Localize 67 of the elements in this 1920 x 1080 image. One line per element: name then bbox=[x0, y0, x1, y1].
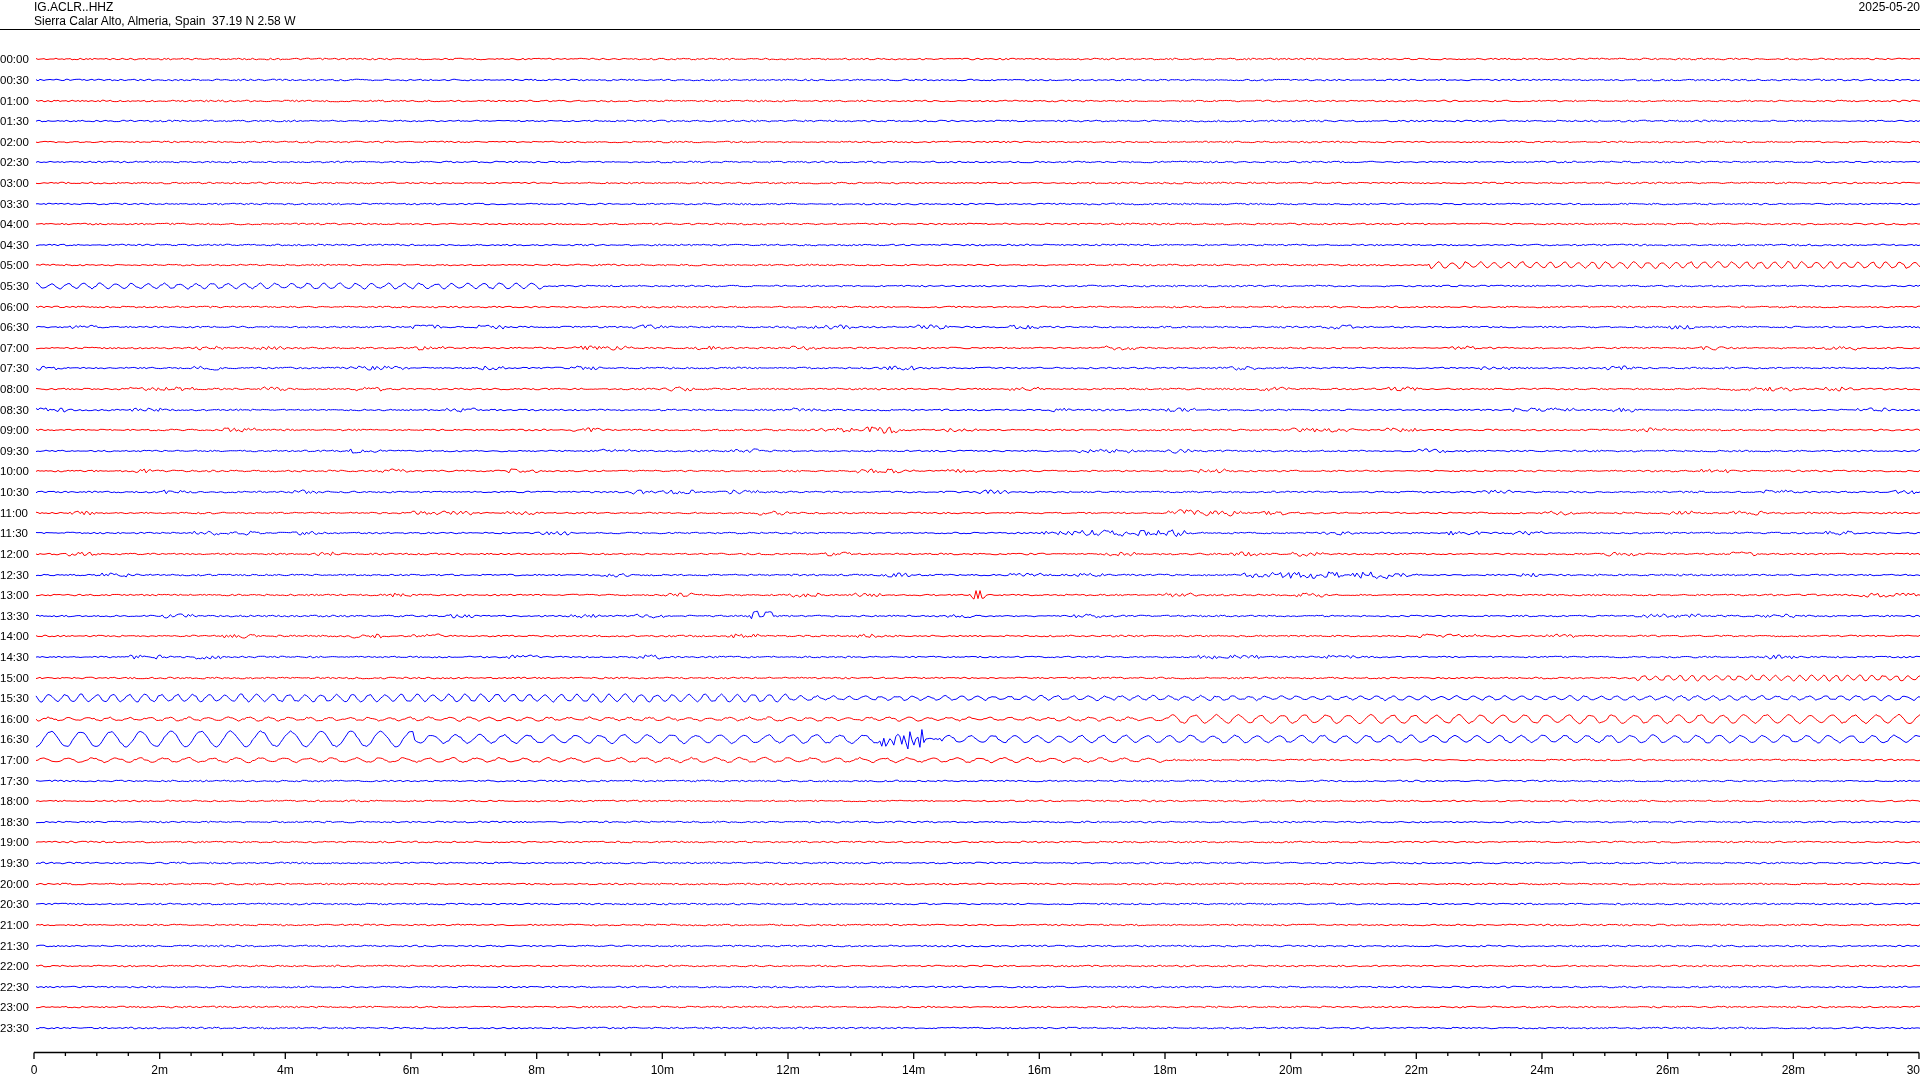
axis-tick-label: 14m bbox=[902, 1063, 926, 1078]
plot-date: 2025-05-20 bbox=[1858, 0, 1920, 14]
time-label: 07:30 bbox=[0, 362, 30, 375]
time-label: 15:00 bbox=[0, 671, 30, 684]
axis-tick-label: 0 bbox=[30, 1063, 38, 1078]
time-label: 17:00 bbox=[0, 754, 30, 766]
station-code: IG.ACLR..HHZ bbox=[34, 0, 114, 14]
time-label: 16:30 bbox=[0, 733, 30, 746]
time-label: 01:00 bbox=[0, 94, 30, 107]
axis-tick-label: 8m bbox=[528, 1063, 545, 1078]
axis-tick-label: 10m bbox=[650, 1063, 674, 1078]
time-label: 22:00 bbox=[0, 960, 30, 973]
axis-tick-label: 12m bbox=[776, 1063, 800, 1078]
time-label: 09:00 bbox=[0, 424, 30, 437]
axis-tick-label: 26m bbox=[1656, 1063, 1680, 1078]
time-label: 18:00 bbox=[0, 795, 30, 808]
time-label: 17:30 bbox=[0, 774, 30, 787]
time-label: 20:30 bbox=[0, 898, 30, 911]
time-label: 06:30 bbox=[0, 321, 30, 334]
time-label: 03:30 bbox=[0, 197, 30, 210]
time-label: 18:30 bbox=[0, 815, 30, 828]
time-label: 10:00 bbox=[0, 465, 30, 478]
time-label: 02:30 bbox=[0, 156, 30, 169]
axis-tick-label: 4m bbox=[277, 1063, 294, 1078]
time-label: 03:00 bbox=[0, 176, 30, 189]
time-label: 13:00 bbox=[0, 589, 30, 602]
time-label: 23:00 bbox=[0, 1001, 30, 1014]
time-label: 19:00 bbox=[0, 836, 30, 849]
time-label: 04:00 bbox=[0, 218, 30, 231]
time-label: 09:30 bbox=[0, 444, 30, 457]
time-label: 14:00 bbox=[0, 630, 30, 643]
time-label: 12:30 bbox=[0, 568, 30, 581]
time-label: 23:30 bbox=[0, 1021, 30, 1034]
axis-tick-label: 18m bbox=[1153, 1063, 1177, 1078]
time-label: 14:30 bbox=[0, 650, 30, 663]
time-label: 07:00 bbox=[0, 341, 30, 354]
time-label: 11:30 bbox=[0, 527, 29, 540]
time-label: 00:30 bbox=[0, 73, 30, 86]
time-label: 21:30 bbox=[0, 939, 30, 952]
time-label: 08:00 bbox=[0, 383, 30, 396]
time-label: 00:00 bbox=[0, 53, 30, 66]
time-label: 11:00 bbox=[0, 506, 29, 519]
axis-tick-label: 16m bbox=[1027, 1063, 1051, 1078]
time-label: 01:30 bbox=[0, 115, 30, 128]
station-location: Sierra Calar Alto, Almeria, Spain 37.19 N 2.58 W bbox=[34, 14, 296, 28]
axis-tick-label: 22m bbox=[1404, 1063, 1428, 1078]
time-label: 15:30 bbox=[0, 692, 30, 705]
time-label: 08:30 bbox=[0, 403, 30, 416]
time-label: 02:00 bbox=[0, 135, 30, 148]
axis-tick-label: 24m bbox=[1530, 1063, 1554, 1078]
time-label: 10:30 bbox=[0, 486, 30, 499]
axis-tick-label: 2m bbox=[151, 1063, 168, 1078]
time-label: 05:30 bbox=[0, 280, 30, 292]
axis-tick-label: 28m bbox=[1781, 1063, 1805, 1078]
time-label: 22:30 bbox=[0, 980, 30, 993]
time-label: 06:00 bbox=[0, 300, 30, 313]
time-label: 20:00 bbox=[0, 877, 30, 890]
axis-tick-label: 20m bbox=[1279, 1063, 1303, 1078]
time-label: 16:00 bbox=[0, 712, 30, 725]
axis-tick-label: 30 bbox=[1906, 1063, 1920, 1078]
time-label: 21:00 bbox=[0, 918, 30, 931]
axis-tick-label: 6m bbox=[402, 1063, 420, 1078]
time-label: 19:30 bbox=[0, 857, 30, 870]
time-label: 05:00 bbox=[0, 259, 30, 272]
time-label: 04:30 bbox=[0, 238, 30, 251]
time-label: 13:30 bbox=[0, 609, 30, 622]
time-label: 12:00 bbox=[0, 547, 30, 560]
